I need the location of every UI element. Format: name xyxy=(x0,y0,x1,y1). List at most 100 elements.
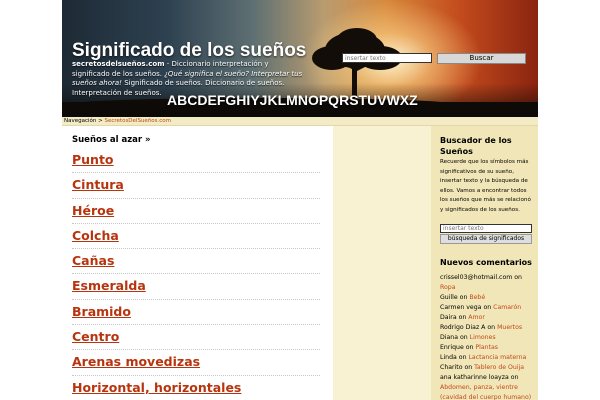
list-item: Esmeralda xyxy=(72,274,320,300)
comments-title: Nuevos comentarios xyxy=(440,258,532,267)
dream-link[interactable]: Centro xyxy=(72,329,119,344)
letter-link[interactable]: V xyxy=(377,92,386,108)
letter-link[interactable]: W xyxy=(387,92,400,108)
letter-link[interactable]: Y xyxy=(250,92,259,108)
letter-link[interactable]: A xyxy=(167,92,177,108)
letter-link[interactable]: U xyxy=(367,92,377,108)
comment-post-link[interactable]: Camarón xyxy=(493,304,521,311)
comment-post-link[interactable]: Limones xyxy=(470,334,496,341)
dream-link[interactable]: Colcha xyxy=(72,228,119,243)
sidebar-search-button[interactable]: búsqueda de significados xyxy=(440,234,532,244)
letter-link[interactable]: E xyxy=(208,92,217,108)
comment-author: Charito xyxy=(440,364,463,371)
comment-connector: on xyxy=(459,294,468,301)
letter-link[interactable]: S xyxy=(349,92,358,108)
breadcrumb: Navegación > SecretosDelSueños.com xyxy=(62,117,538,126)
comment-post-link[interactable]: Ropa xyxy=(440,284,456,291)
dream-link[interactable]: Héroe xyxy=(72,203,114,218)
comment-connector: on xyxy=(458,354,467,361)
letter-link[interactable]: Z xyxy=(409,92,418,108)
comment-connector: on xyxy=(487,324,496,331)
comment-author: Enrique xyxy=(440,344,464,351)
list-item: Cañas xyxy=(72,249,320,275)
comment-connector: on xyxy=(465,344,474,351)
list-item: Centro xyxy=(72,325,320,351)
comment-item: Diana on Limones xyxy=(440,333,536,343)
breadcrumb-home-link[interactable]: SecretosDelSueños.com xyxy=(105,118,172,124)
comment-item: Charito on Tablero de Ouija xyxy=(440,363,536,373)
comment-item: Daira on Amor xyxy=(440,313,536,323)
letter-link[interactable]: C xyxy=(187,92,197,108)
dream-list: Punto Cintura Héroe Colcha Cañas Esmeral… xyxy=(72,148,320,400)
header-search-button[interactable]: Buscar xyxy=(437,53,526,64)
dream-link[interactable]: Cintura xyxy=(72,177,124,192)
dream-link[interactable]: Horizontal, horizontales xyxy=(72,380,241,395)
list-item: Arenas movedizas xyxy=(72,350,320,376)
comment-item: Enrique on Plantas xyxy=(440,343,536,353)
sidebar-search-text: Recuerde que los símbolos más significat… xyxy=(440,159,531,213)
list-item: Bramido xyxy=(72,300,320,326)
comment-author: Linda xyxy=(440,354,457,361)
dream-link[interactable]: Bramido xyxy=(72,304,131,319)
comment-post-link[interactable]: Plantas xyxy=(475,344,498,351)
letter-link[interactable]: K xyxy=(267,92,277,108)
letter-link[interactable]: D xyxy=(197,92,207,108)
dream-link[interactable]: Punto xyxy=(72,152,114,167)
comment-post-link[interactable]: Bebé xyxy=(469,294,485,301)
letter-link[interactable]: N xyxy=(298,92,308,108)
comments-list: crissel03@hotmail.com on Ropa Guille on B… xyxy=(440,273,536,400)
comment-post-link[interactable]: Tablero de Ouija xyxy=(474,364,524,371)
alphabet-nav: A B C D E F G H I Y J K L M N O P Q R S … xyxy=(167,92,418,108)
letter-link[interactable]: L xyxy=(278,92,287,108)
dream-link[interactable]: Arenas movedizas xyxy=(72,354,200,369)
letter-link[interactable]: O xyxy=(308,92,319,108)
letter-link[interactable]: M xyxy=(286,92,298,108)
sidebar-search-title: Buscador de los Sueños xyxy=(440,136,512,156)
breadcrumb-separator: > xyxy=(98,118,103,124)
letter-link[interactable]: G xyxy=(225,92,236,108)
random-dreams-heading[interactable]: Sueños al azar » xyxy=(72,135,151,145)
list-item: Colcha xyxy=(72,224,320,250)
header-banner: Significado de los sueños secretosdelsue… xyxy=(62,0,538,117)
comment-item: Linda on Lactancia materna xyxy=(440,353,536,363)
sidebar-search-input[interactable] xyxy=(440,224,532,233)
site-domain: secretosdelsueños.com xyxy=(72,60,165,68)
comment-author: ana katharinne loayza xyxy=(440,374,509,381)
comment-item: ana katharinne loayza on Abdomen, panza, … xyxy=(440,373,536,400)
comment-connector: on xyxy=(464,364,473,371)
comment-connector: on xyxy=(483,304,492,311)
list-item: Horizontal, horizontales xyxy=(72,376,320,400)
letter-link[interactable]: P xyxy=(319,92,328,108)
letter-link[interactable]: B xyxy=(177,92,187,108)
page-margin-left xyxy=(0,0,62,400)
list-item: Punto xyxy=(72,148,320,174)
comment-author: Guille xyxy=(440,294,458,301)
comment-item: Guille on Bebé xyxy=(440,293,536,303)
comment-post-link[interactable]: Amor xyxy=(468,314,485,321)
page-margin-right xyxy=(538,0,600,400)
comment-author: Carmen vega xyxy=(440,304,482,311)
comment-item: crissel03@hotmail.com on Ropa xyxy=(440,273,536,293)
letter-link[interactable]: T xyxy=(359,92,368,108)
comment-post-link[interactable]: Lactancia materna xyxy=(468,354,526,361)
comment-author: crissel03@hotmail.com xyxy=(440,274,513,281)
list-item: Héroe xyxy=(72,199,320,224)
dream-link[interactable]: Cañas xyxy=(72,253,114,268)
comment-author: Daira xyxy=(440,314,457,321)
comment-post-link[interactable]: Muertos xyxy=(497,324,522,331)
site-title[interactable]: Significado de los sueños xyxy=(72,40,306,62)
comment-post-link[interactable]: Abdomen, panza, vientre (cavidad del cue… xyxy=(440,384,531,400)
letter-link[interactable]: H xyxy=(236,92,246,108)
comment-item: Carmen vega on Camarón xyxy=(440,303,536,313)
letter-link[interactable]: X xyxy=(400,92,409,108)
dream-link[interactable]: Esmeralda xyxy=(72,278,146,293)
breadcrumb-label: Navegación xyxy=(64,118,97,124)
letter-link[interactable]: R xyxy=(339,92,349,108)
main-content: Sueños al azar » Punto Cintura Héroe Col… xyxy=(62,126,333,400)
letter-link[interactable]: Q xyxy=(328,92,339,108)
header-search-input[interactable] xyxy=(342,53,432,63)
comment-connector: on xyxy=(459,334,468,341)
comment-item: Rodrigo Diaz A on Muertos xyxy=(440,323,536,333)
comment-author: Rodrigo Diaz A xyxy=(440,324,486,331)
comment-connector: on xyxy=(514,274,522,281)
